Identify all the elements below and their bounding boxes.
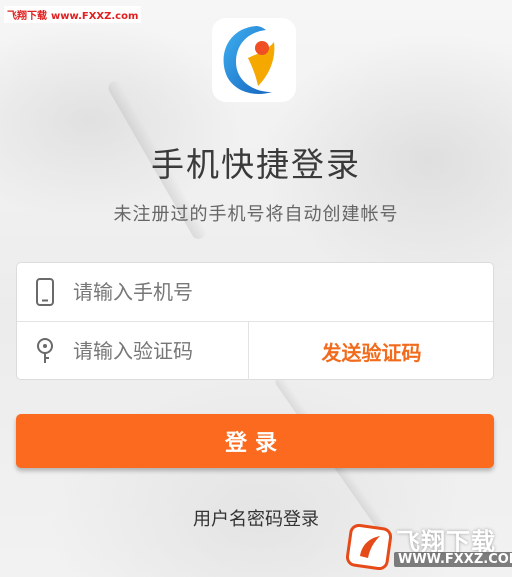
phone-icon [17,278,73,306]
key-icon [17,337,73,365]
watermark-bottom: 飞翔下载 WWW.FXXZ.COM [344,520,512,574]
login-form: 发送验证码 [16,262,494,380]
watermark-url: www.FXXZ.com [51,11,139,22]
phone-input[interactable] [73,272,453,312]
watermark-top: 飞翔下载 www.FXXZ.com [4,6,142,23]
phone-row [17,263,493,322]
watermark-url: WWW.FXXZ.COM [394,552,512,567]
code-row: 发送验证码 [17,322,493,380]
app-logo-icon [212,18,296,102]
send-code-button[interactable]: 发送验证码 [249,322,494,380]
code-input[interactable] [73,331,243,371]
page-title: 手机快捷登录 [151,145,361,184]
page-subtitle: 未注册过的手机号将自动创建帐号 [113,204,399,225]
watermark-logo-icon [346,524,392,570]
watermark-name: 飞翔下载 [7,11,47,22]
login-button[interactable]: 登录 [16,414,494,468]
